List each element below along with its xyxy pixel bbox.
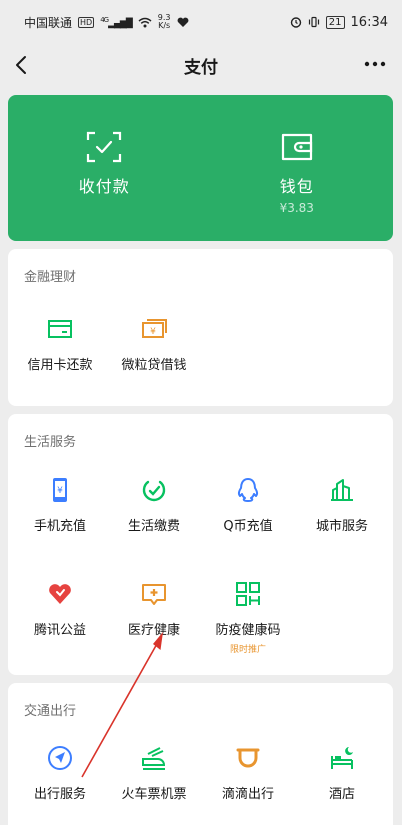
network-speed: 9.3 K/s	[157, 13, 171, 30]
medical-health-item[interactable]: 医疗健康	[106, 580, 202, 638]
item-label: 火车票机票	[121, 787, 187, 802]
train-icon	[142, 747, 166, 770]
scan-check-icon	[87, 131, 122, 163]
wallet-balance: ¥3.83	[279, 201, 314, 215]
wallet-button[interactable]: 钱包 ¥3.83	[201, 95, 394, 241]
navigation-icon	[48, 746, 72, 770]
item-label: 滴滴出行	[221, 787, 274, 802]
hero-card: 收付款 钱包 ¥3.83	[8, 95, 393, 241]
item-label: Q币充值	[223, 519, 273, 534]
wifi-icon	[138, 17, 152, 27]
vibrate-icon	[308, 16, 319, 28]
item-label: 酒店	[328, 787, 355, 802]
hd-badge: HD	[78, 16, 95, 28]
train-flight-item[interactable]: 火车票机票	[106, 744, 202, 802]
life-services-section: 生活服务 ¥ 手机充值 生活缴费 Q币充值 城市服务 腾讯公益 医疗健康 防疫健…	[8, 414, 393, 675]
phone-recharge-item[interactable]: ¥ 手机充值	[12, 476, 108, 534]
hotel-item[interactable]: 酒店	[294, 744, 390, 802]
health-code-item[interactable]: 防疫健康码 限时推广	[200, 580, 296, 655]
medical-icon	[142, 584, 166, 605]
travel-service-item[interactable]: 出行服务	[12, 744, 108, 802]
alarm-icon	[290, 17, 301, 28]
wallet-label: 钱包	[279, 177, 314, 196]
back-arrow-icon[interactable]	[10, 53, 34, 77]
status-time: 16:34	[350, 14, 388, 30]
signal-icon: 4G▂▄▆█	[100, 15, 133, 29]
svg-text:¥: ¥	[57, 486, 63, 496]
item-label: 腾讯公益	[33, 623, 86, 638]
carrier-name: 中国联通	[24, 15, 73, 30]
receive-pay-label: 收付款	[78, 177, 130, 196]
battery-icon: 21	[325, 15, 345, 29]
qq-coin-item[interactable]: Q币充值	[200, 476, 296, 534]
loan-icon: ¥	[142, 319, 167, 338]
city-service-icon	[331, 479, 353, 501]
qq-coin-icon	[237, 478, 259, 502]
item-label: 信用卡还款	[27, 358, 93, 373]
finance-section: 金融理财 信用卡还款 ¥ 微粒贷借钱	[8, 249, 393, 406]
page-title: 支付	[184, 57, 218, 78]
transport-section: 交通出行 出行服务 火车票机票 滴滴出行 酒店	[8, 683, 393, 825]
credit-card-icon	[48, 320, 72, 338]
item-label: 医疗健康	[127, 623, 180, 638]
item-label: 防疫健康码	[215, 623, 281, 638]
item-label: 微粒贷借钱	[121, 358, 187, 373]
receive-pay-button[interactable]: 收付款	[8, 95, 201, 241]
wallet-icon	[281, 133, 312, 161]
utility-bill-item[interactable]: 生活缴费	[106, 476, 202, 534]
didi-item[interactable]: 滴滴出行	[200, 744, 296, 802]
qr-code-icon	[236, 582, 260, 606]
promo-tag: 限时推广	[229, 645, 266, 655]
item-label: 手机充值	[33, 519, 86, 534]
weilidai-loan-item[interactable]: ¥ 微粒贷借钱	[106, 315, 202, 373]
utility-bill-icon	[142, 480, 166, 502]
status-bar: 中国联通 HD 4G▂▄▆█ 9.3 K/s 21 16:34	[0, 0, 402, 44]
didi-icon	[236, 748, 260, 768]
more-options-icon[interactable]	[364, 54, 386, 74]
charity-heart-icon	[49, 584, 71, 604]
tencent-charity-item[interactable]: 腾讯公益	[12, 580, 108, 638]
hotel-bed-icon	[331, 747, 353, 769]
heart-status-icon	[177, 17, 188, 27]
city-service-item[interactable]: 城市服务	[294, 476, 390, 534]
item-label: 生活缴费	[127, 519, 180, 534]
item-label: 城市服务	[315, 519, 368, 534]
phone-recharge-icon: ¥	[53, 478, 67, 502]
svg-text:¥: ¥	[150, 327, 156, 337]
nav-bar: 支付	[0, 44, 402, 86]
item-label: 出行服务	[33, 787, 86, 802]
credit-card-repay-item[interactable]: 信用卡还款	[12, 315, 108, 373]
